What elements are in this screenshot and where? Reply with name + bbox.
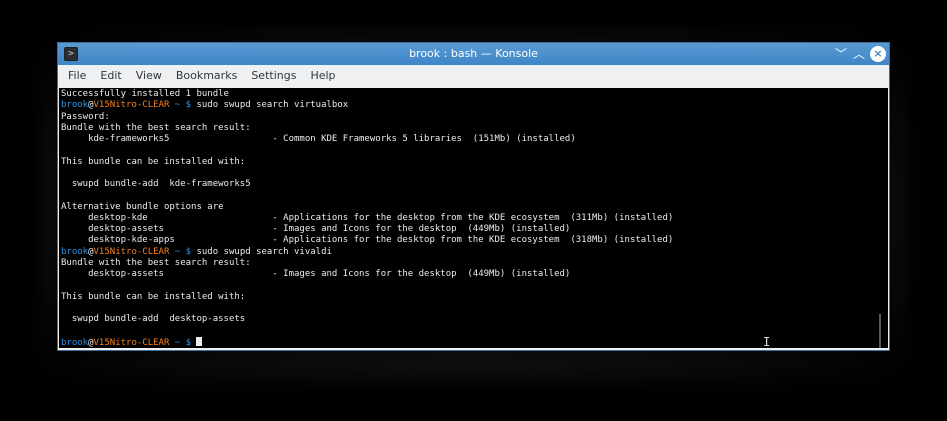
output-line: swupd bundle-add desktop-assets	[61, 314, 246, 324]
terminal-lines: Successfully installed 1 bundle brook@V15…	[61, 89, 673, 348]
command-text: sudo swupd search virtualbox	[196, 100, 349, 111]
output-line: kde-frameworks5 - Common KDE Frameworks …	[61, 134, 576, 144]
terminal-cursor	[196, 336, 203, 346]
prompt-line: brook@V15Nitro-CLEAR ~ $ sudo swupd sear…	[61, 100, 673, 111]
prompt-user: brook	[61, 246, 89, 257]
window-title: brook : bash — Konsole	[409, 47, 538, 60]
output-line: desktop-assets - Images and Icons for th…	[61, 269, 571, 279]
prompt-user: brook	[61, 337, 89, 348]
minimize-button[interactable]: ﹀	[833, 46, 849, 62]
output-line: Successfully installed 1 bundle	[61, 89, 229, 99]
output-line: Bundle with the best search result:	[61, 257, 251, 268]
menu-help[interactable]: Help	[303, 65, 342, 87]
prompt-host: V15Nitro-CLEAR	[93, 337, 170, 348]
output-line: desktop-kde - Applications for the deskt…	[61, 212, 674, 223]
prompt-symbol: ~ $	[169, 337, 197, 348]
prompt-host: V15Nitro-CLEAR	[93, 100, 170, 111]
close-button[interactable]: ×	[870, 46, 886, 62]
konsole-window: > brook : bash — Konsole ﹀ ︿ × File Edit…	[57, 42, 890, 351]
scrollbar[interactable]	[879, 314, 881, 348]
prompt-user: brook	[61, 100, 89, 111]
output-line: Bundle with the best search result:	[61, 122, 251, 133]
output-line: This bundle can be installed with:	[61, 156, 246, 167]
menu-settings[interactable]: Settings	[244, 65, 303, 87]
prompt-line: brook@V15Nitro-CLEAR ~ $	[61, 336, 673, 348]
title-bar[interactable]: > brook : bash — Konsole ﹀ ︿ ×	[58, 43, 889, 65]
menu-view[interactable]: View	[129, 65, 169, 87]
output-line: desktop-assets - Images and Icons for th…	[61, 224, 571, 234]
terminal-output[interactable]: Successfully installed 1 bundle brook@V15…	[59, 88, 888, 348]
menu-bookmarks[interactable]: Bookmarks	[169, 65, 244, 87]
output-line: Alternative bundle options are	[61, 201, 224, 212]
output-line: swupd bundle-add kde-frameworks5	[61, 179, 251, 189]
prompt-symbol: ~ $	[169, 246, 197, 257]
prompt-host: V15Nitro-CLEAR	[93, 246, 170, 257]
text-cursor-icon: I	[763, 335, 771, 349]
output-line: This bundle can be installed with:	[61, 291, 246, 302]
menu-edit[interactable]: Edit	[93, 65, 128, 87]
maximize-button[interactable]: ︿	[851, 46, 867, 62]
prompt-line: brook@V15Nitro-CLEAR ~ $ sudo swupd sear…	[61, 247, 673, 258]
output-line: desktop-kde-apps - Applications for the …	[61, 235, 674, 246]
command-text: sudo swupd search vivaldi	[196, 246, 332, 257]
menu-bar: File Edit View Bookmarks Settings Help	[58, 65, 889, 87]
prompt-symbol: ~ $	[169, 100, 197, 111]
output-line: Password:	[61, 111, 110, 122]
menu-file[interactable]: File	[61, 65, 93, 87]
